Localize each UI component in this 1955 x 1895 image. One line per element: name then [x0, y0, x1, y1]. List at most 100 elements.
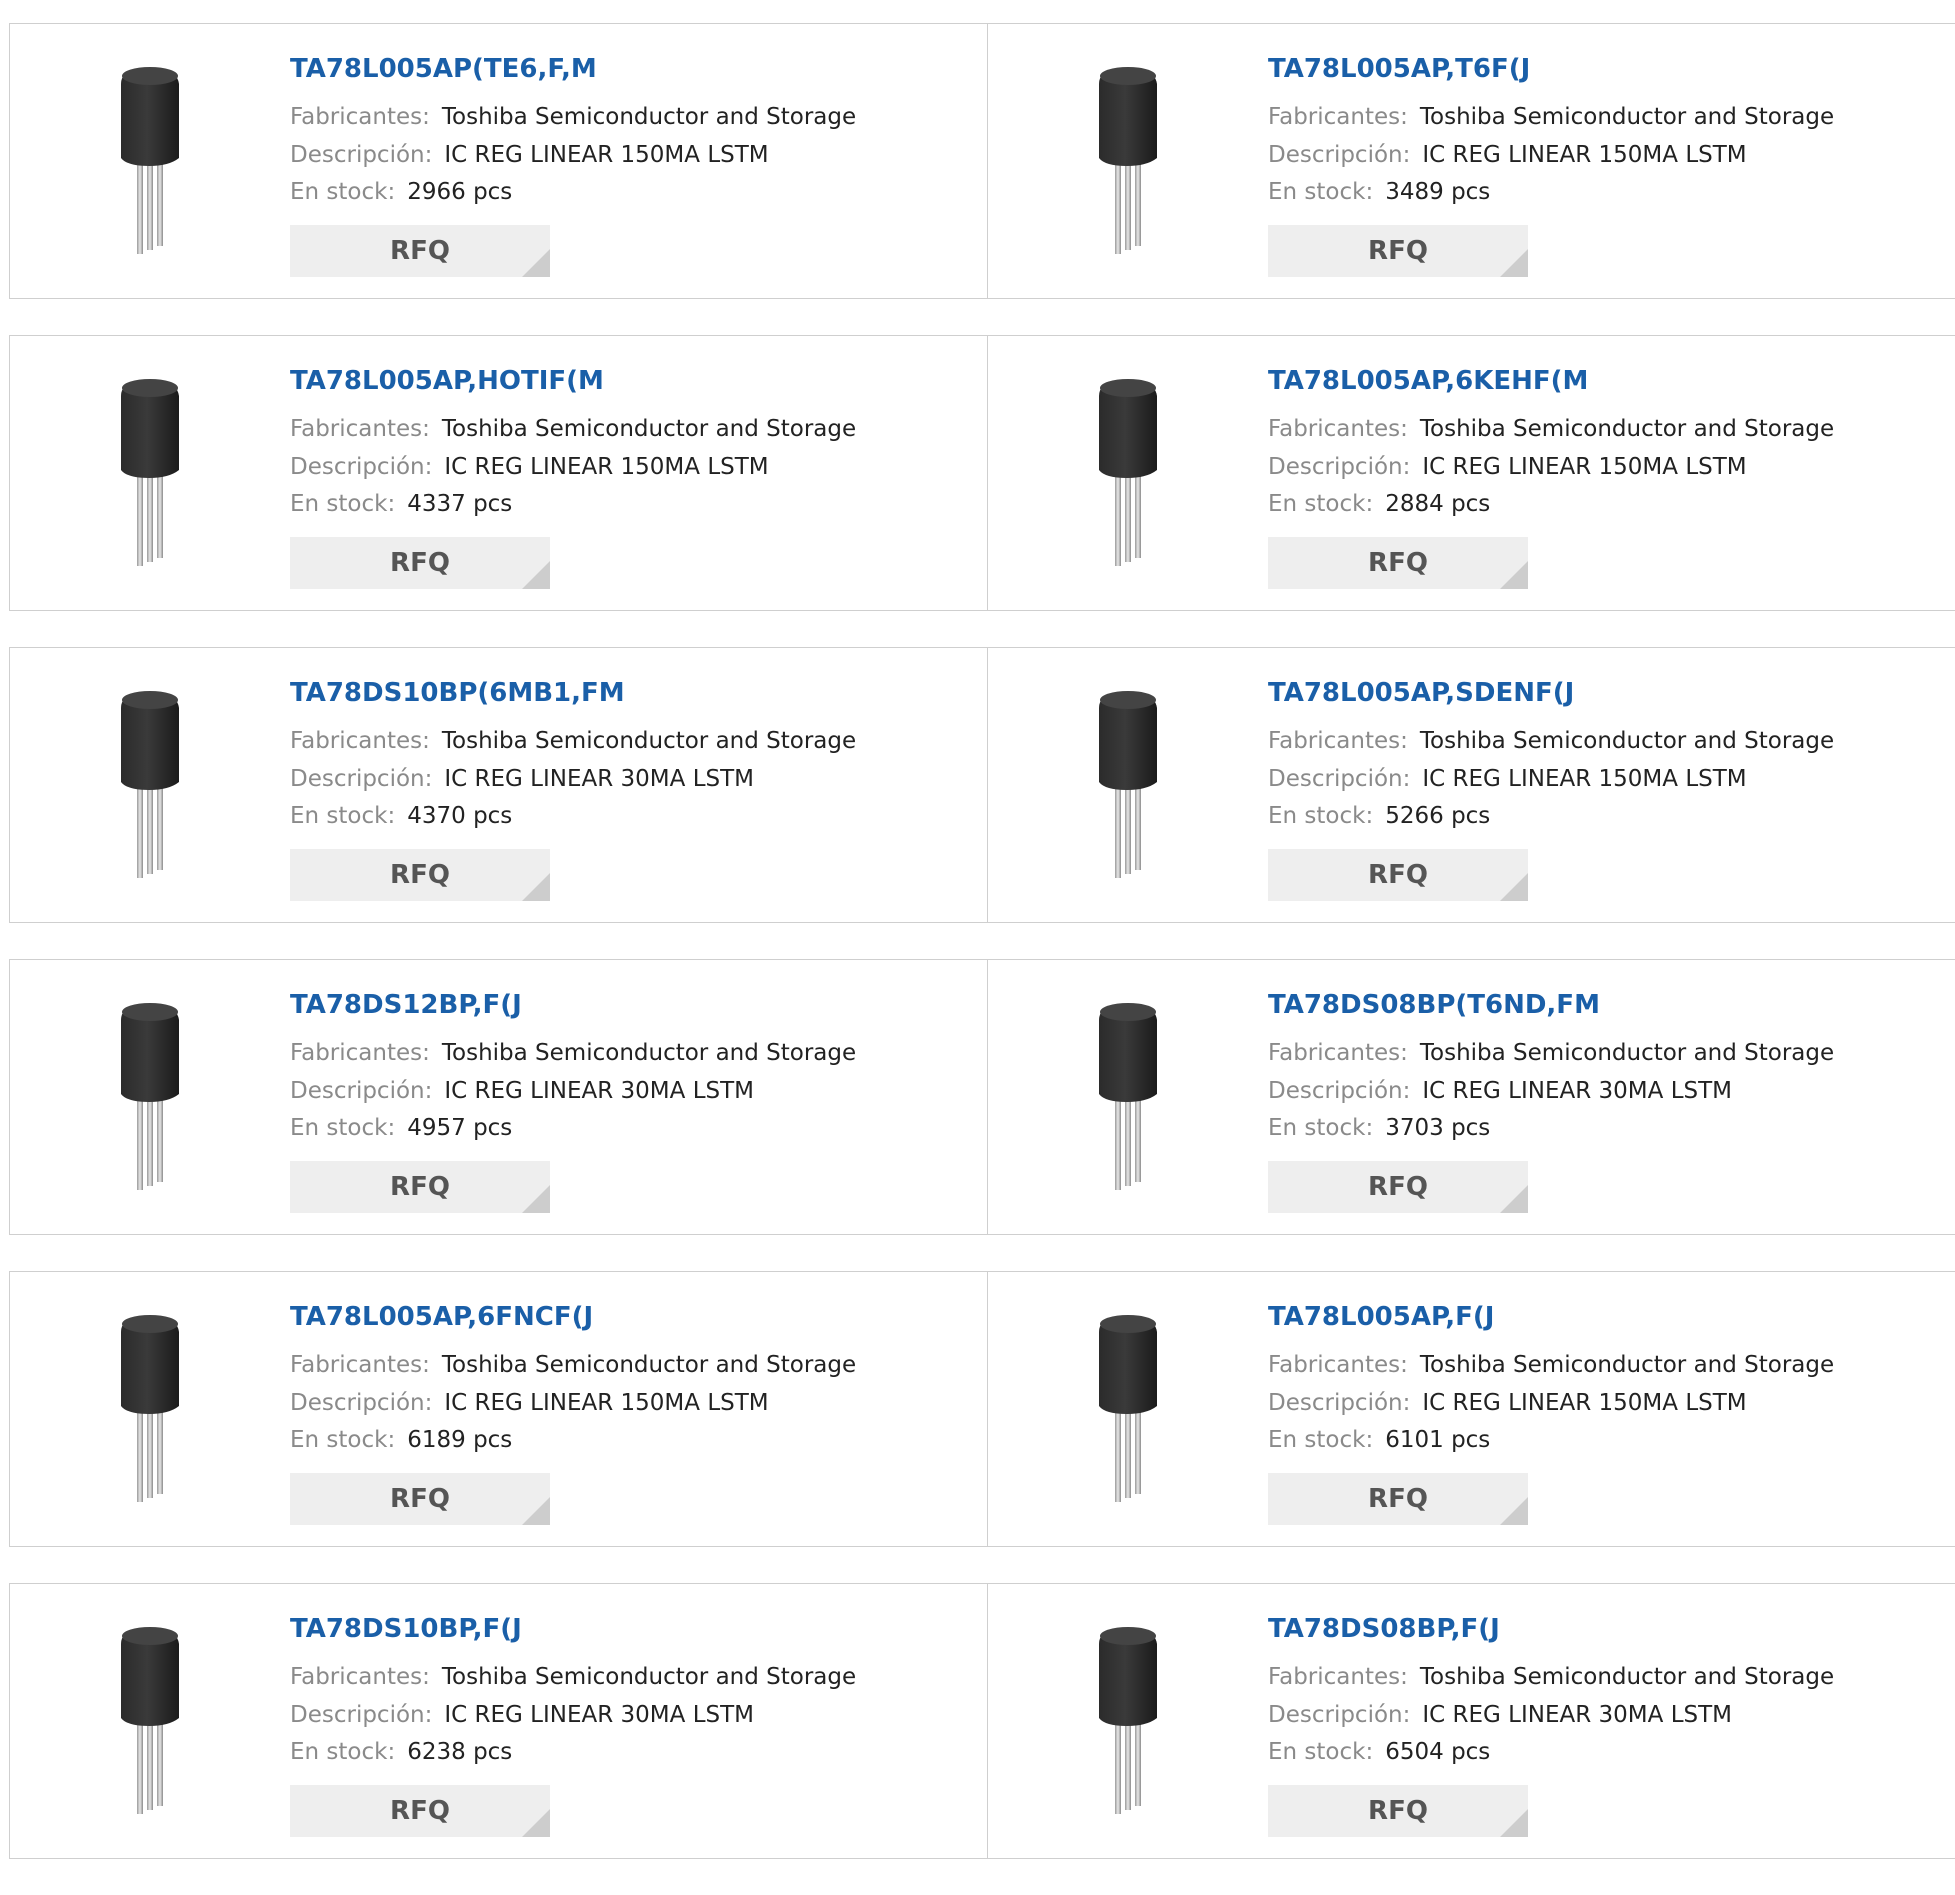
stock-row: En stock: 6101 pcs [1268, 1427, 1490, 1453]
transistor-icon [121, 691, 179, 878]
rfq-button[interactable]: RFQ [1268, 1161, 1528, 1213]
rfq-button[interactable]: RFQ [290, 1161, 550, 1213]
rfq-button[interactable]: RFQ [290, 1785, 550, 1837]
description-row: Descripción: IC REG LINEAR 30MA LSTM [290, 766, 754, 792]
manufacturer-row: Fabricantes: Toshiba Semiconductor and St… [1268, 1040, 1834, 1066]
description-value: IC REG LINEAR 150MA LSTM [1422, 766, 1747, 792]
product-grid: TA78L005AP(TE6,F,M Fabricantes: Toshiba S… [9, 23, 1955, 1895]
product-row: TA78L005AP,6FNCF(J Fabricantes: Toshiba S… [9, 1271, 1955, 1547]
stock-row: En stock: 2884 pcs [1268, 491, 1490, 517]
stock-label: En stock: [1268, 803, 1374, 829]
manufacturer-label: Fabricantes: [1268, 1040, 1408, 1066]
product-image[interactable] [1029, 374, 1227, 574]
product-image[interactable] [51, 374, 249, 574]
description-label: Descripción: [290, 1078, 433, 1104]
part-number-link[interactable]: TA78DS10BP,F(J [290, 1614, 522, 1644]
product-image[interactable] [51, 1622, 249, 1822]
description-label: Descripción: [1268, 454, 1411, 480]
manufacturer-value: Toshiba Semiconductor and Storage [441, 728, 857, 754]
manufacturer-label: Fabricantes: [290, 1664, 430, 1690]
part-number-link[interactable]: TA78L005AP,6FNCF(J [290, 1302, 593, 1332]
manufacturer-row: Fabricantes: Toshiba Semiconductor and St… [290, 728, 856, 754]
part-number-link[interactable]: TA78DS10BP(6MB1,FM [290, 678, 625, 708]
part-number-link[interactable]: TA78L005AP,HOTIF(M [290, 366, 604, 396]
product-image[interactable] [1029, 998, 1227, 1198]
product-image[interactable] [1029, 1622, 1227, 1822]
product-card: TA78L005AP,6FNCF(J Fabricantes: Toshiba S… [9, 1272, 987, 1546]
rfq-button[interactable]: RFQ [1268, 537, 1528, 589]
product-image[interactable] [1029, 686, 1227, 886]
part-number-link[interactable]: TA78L005AP,T6F(J [1268, 54, 1530, 84]
rfq-button[interactable]: RFQ [1268, 1473, 1528, 1525]
manufacturer-row: Fabricantes: Toshiba Semiconductor and St… [290, 104, 856, 130]
manufacturer-value: Toshiba Semiconductor and Storage [441, 1664, 857, 1690]
description-label: Descripción: [1268, 766, 1411, 792]
manufacturer-label: Fabricantes: [1268, 416, 1408, 442]
corner-triangle-icon [1500, 249, 1528, 277]
product-image[interactable] [1029, 1310, 1227, 1510]
stock-value: 6238 pcs [407, 1739, 513, 1765]
manufacturer-row: Fabricantes: Toshiba Semiconductor and St… [290, 1352, 856, 1378]
description-row: Descripción: IC REG LINEAR 150MA LSTM [1268, 766, 1747, 792]
stock-row: En stock: 5266 pcs [1268, 803, 1490, 829]
rfq-label: RFQ [390, 860, 450, 890]
description-label: Descripción: [290, 766, 433, 792]
manufacturer-value: Toshiba Semiconductor and Storage [1419, 728, 1835, 754]
rfq-button[interactable]: RFQ [290, 849, 550, 901]
transistor-icon [121, 1003, 179, 1190]
manufacturer-row: Fabricantes: Toshiba Semiconductor and St… [290, 1040, 856, 1066]
product-image[interactable] [1029, 62, 1227, 262]
stock-label: En stock: [290, 803, 396, 829]
part-number-link[interactable]: TA78L005AP(TE6,F,M [290, 54, 597, 84]
part-number-link[interactable]: TA78DS08BP(T6ND,FM [1268, 990, 1600, 1020]
stock-value: 6101 pcs [1385, 1427, 1491, 1453]
product-row: TA78L005AP(TE6,F,M Fabricantes: Toshiba S… [9, 23, 1955, 299]
description-value: IC REG LINEAR 30MA LSTM [444, 766, 754, 792]
manufacturer-label: Fabricantes: [290, 416, 430, 442]
stock-value: 2884 pcs [1385, 491, 1491, 517]
stock-row: En stock: 2966 pcs [290, 179, 512, 205]
rfq-button[interactable]: RFQ [290, 537, 550, 589]
product-card: TA78DS10BP(6MB1,FM Fabricantes: Toshiba S… [9, 648, 987, 922]
stock-value: 3489 pcs [1385, 179, 1491, 205]
manufacturer-label: Fabricantes: [290, 1040, 430, 1066]
part-number-link[interactable]: TA78DS12BP,F(J [290, 990, 522, 1020]
description-row: Descripción: IC REG LINEAR 30MA LSTM [290, 1702, 754, 1728]
rfq-label: RFQ [390, 548, 450, 578]
stock-value: 5266 pcs [1385, 803, 1491, 829]
stock-label: En stock: [290, 1115, 396, 1141]
manufacturer-row: Fabricantes: Toshiba Semiconductor and St… [1268, 728, 1834, 754]
stock-value: 3703 pcs [1385, 1115, 1491, 1141]
product-image[interactable] [51, 998, 249, 1198]
stock-row: En stock: 4337 pcs [290, 491, 512, 517]
rfq-label: RFQ [390, 236, 450, 266]
product-image[interactable] [51, 62, 249, 262]
part-number-link[interactable]: TA78L005AP,F(J [1268, 1302, 1494, 1332]
transistor-icon [1099, 379, 1157, 566]
part-number-link[interactable]: TA78DS08BP,F(J [1268, 1614, 1500, 1644]
manufacturer-row: Fabricantes: Toshiba Semiconductor and St… [1268, 1664, 1834, 1690]
rfq-button[interactable]: RFQ [290, 225, 550, 277]
product-image[interactable] [51, 1310, 249, 1510]
description-row: Descripción: IC REG LINEAR 150MA LSTM [1268, 142, 1747, 168]
rfq-label: RFQ [390, 1796, 450, 1826]
manufacturer-row: Fabricantes: Toshiba Semiconductor and St… [1268, 1352, 1834, 1378]
corner-triangle-icon [522, 1809, 550, 1837]
product-image[interactable] [51, 686, 249, 886]
part-number-link[interactable]: TA78L005AP,6KEHF(M [1268, 366, 1588, 396]
rfq-button[interactable]: RFQ [1268, 849, 1528, 901]
rfq-button[interactable]: RFQ [290, 1473, 550, 1525]
description-label: Descripción: [1268, 1702, 1411, 1728]
description-value: IC REG LINEAR 150MA LSTM [444, 1390, 769, 1416]
stock-value: 4957 pcs [407, 1115, 513, 1141]
product-card: TA78DS08BP,F(J Fabricantes: Toshiba Semic… [987, 1584, 1955, 1858]
product-card: TA78DS08BP(T6ND,FM Fabricantes: Toshiba S… [987, 960, 1955, 1234]
product-card: TA78L005AP,6KEHF(M Fabricantes: Toshiba S… [987, 336, 1955, 610]
product-card: TA78L005AP,T6F(J Fabricantes: Toshiba Sem… [987, 24, 1955, 298]
product-row: TA78DS10BP(6MB1,FM Fabricantes: Toshiba S… [9, 647, 1955, 923]
rfq-button[interactable]: RFQ [1268, 1785, 1528, 1837]
transistor-icon [121, 1315, 179, 1502]
stock-row: En stock: 6504 pcs [1268, 1739, 1490, 1765]
rfq-button[interactable]: RFQ [1268, 225, 1528, 277]
part-number-link[interactable]: TA78L005AP,SDENF(J [1268, 678, 1574, 708]
